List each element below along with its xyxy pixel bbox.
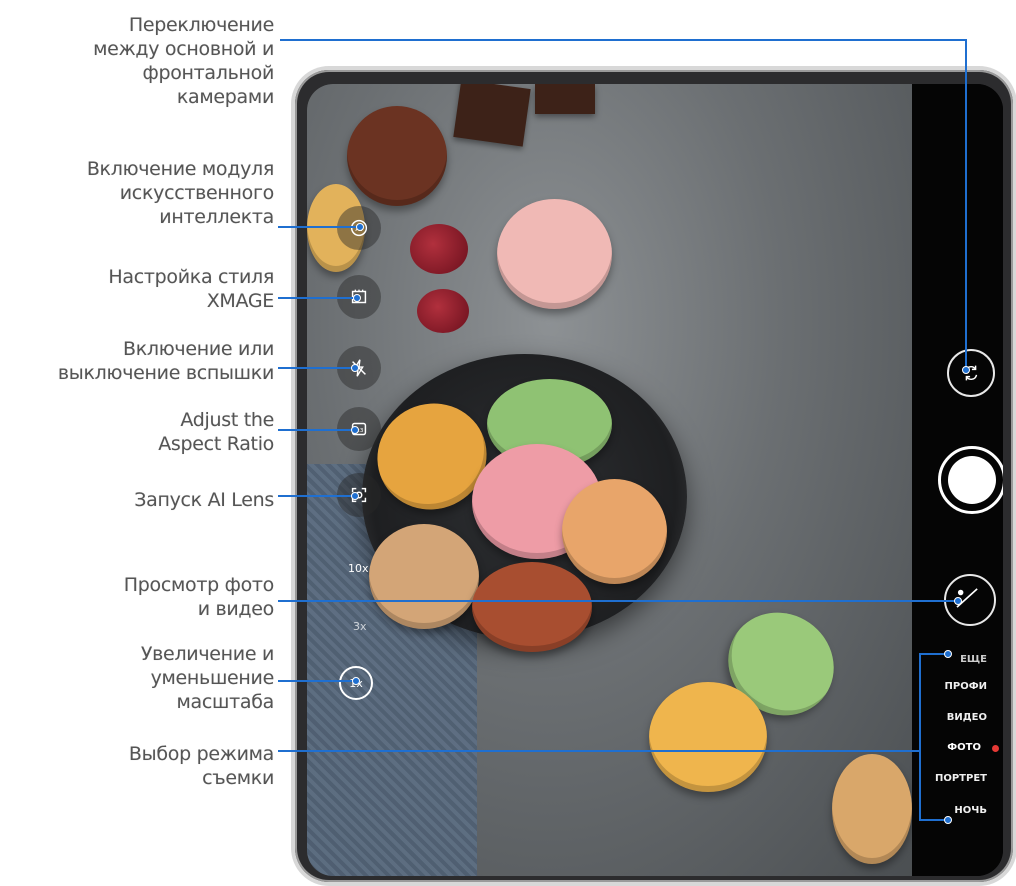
callout-line-2: XMAGE <box>206 290 275 312</box>
callout-line-1: Запуск AI Lens <box>134 489 274 511</box>
callout-ai-lens: Запуск AI Lens <box>134 488 274 512</box>
raspberry-image <box>417 289 469 333</box>
macaron-image <box>649 682 767 792</box>
callout-flash: Включение или выключение вспышки <box>58 337 274 385</box>
macaron-image <box>347 106 447 206</box>
callout-gallery: Просмотр фото и видео <box>123 573 275 621</box>
callout-zoom: Увеличение и уменьшение масштаба <box>141 642 274 714</box>
mode-more[interactable]: ЕЩЕ <box>960 654 987 665</box>
aspect-ratio-icon: 4:3 <box>351 422 367 436</box>
zoom-level-top[interactable]: 10x <box>348 562 369 575</box>
xmage-style-button[interactable] <box>337 275 381 319</box>
xmage-style-icon <box>351 289 367 304</box>
callout-line-1: Включение модуля <box>86 158 274 180</box>
mode-pro[interactable]: ПРОФИ <box>945 681 988 692</box>
callout-line-2: выключение вспышки <box>57 362 274 384</box>
shutter-button[interactable] <box>938 446 1003 514</box>
macaron-image <box>832 754 912 864</box>
callout-line-2: съемки <box>202 767 274 789</box>
callout-line-1: Переключение <box>128 14 274 36</box>
callout-ai-module: Включение модуля искусственного интеллек… <box>87 157 274 229</box>
raspberry-image <box>410 224 468 274</box>
callout-line-3: интеллекта <box>159 206 274 228</box>
zoom-level-mid[interactable]: 3x <box>353 620 367 633</box>
flash-button[interactable] <box>337 346 381 390</box>
callout-modes: Выбор режима съемки <box>129 742 274 790</box>
callout-line-1: Adjust the <box>180 409 274 431</box>
ai-lens-icon <box>351 487 367 503</box>
callout-line-2: уменьшение <box>150 667 275 689</box>
mode-video[interactable]: ВИДЕО <box>947 712 987 723</box>
callout-line-1: Включение или <box>122 338 274 360</box>
chocolate-piece <box>453 84 531 147</box>
zoom-level-current[interactable]: 1x <box>339 666 373 700</box>
svg-text:AI: AI <box>355 224 362 233</box>
callout-line-4: камерами <box>176 86 274 108</box>
callout-line-1: Просмотр фото <box>123 574 275 596</box>
callout-line-3: фронтальной <box>142 62 275 84</box>
gallery-thumbnail-icon <box>956 588 978 608</box>
callout-switch-camera: Переключение между основной и фронтально… <box>93 13 274 109</box>
callout-line-1: Выбор режима <box>128 743 274 765</box>
shutter-icon <box>948 456 996 504</box>
ai-button[interactable]: AI <box>337 206 381 250</box>
callout-line-2: искусственного <box>119 182 275 204</box>
gallery-thumbnail[interactable] <box>944 574 996 626</box>
macaron-image <box>472 562 592 652</box>
macaron-image <box>497 199 612 309</box>
callout-line-2: Aspect Ratio <box>158 433 274 455</box>
flash-off-icon <box>352 359 366 377</box>
ai-icon: AI <box>350 219 368 237</box>
svg-text:4:3: 4:3 <box>355 428 364 434</box>
mode-portrait[interactable]: ПОРТРЕТ <box>935 773 987 784</box>
camera-viewfinder[interactable]: AI 4:3 10x 3x 1x <box>307 84 912 876</box>
callout-xmage-style: Настройка стиля XMAGE <box>108 265 274 313</box>
callout-line-1: Настройка стиля <box>108 266 274 288</box>
aspect-ratio-button[interactable]: 4:3 <box>337 407 381 451</box>
callout-aspect-ratio: Adjust the Aspect Ratio <box>158 408 274 456</box>
chocolate-piece <box>535 84 595 114</box>
macaron-image <box>562 479 667 584</box>
mode-photo[interactable]: ФОТО <box>947 742 981 753</box>
callout-line-1: Увеличение и <box>140 643 274 665</box>
camera-screen: AI 4:3 10x 3x 1x ЕЩЕ ПРОФИ ВИДЕО ФОТО ПО… <box>307 84 1003 876</box>
callout-line-2: и видео <box>197 598 275 620</box>
active-mode-indicator <box>992 745 999 752</box>
camera-switch-button[interactable] <box>947 349 995 397</box>
ai-lens-button[interactable] <box>337 473 381 517</box>
macaron-image <box>369 524 479 629</box>
callout-line-3: масштаба <box>176 691 275 713</box>
callout-line-2: между основной и <box>93 38 274 60</box>
camera-switch-icon <box>964 365 978 381</box>
control-panel: ЕЩЕ ПРОФИ ВИДЕО ФОТО ПОРТРЕТ НОЧЬ <box>912 84 1003 876</box>
mode-night[interactable]: НОЧЬ <box>954 805 987 816</box>
